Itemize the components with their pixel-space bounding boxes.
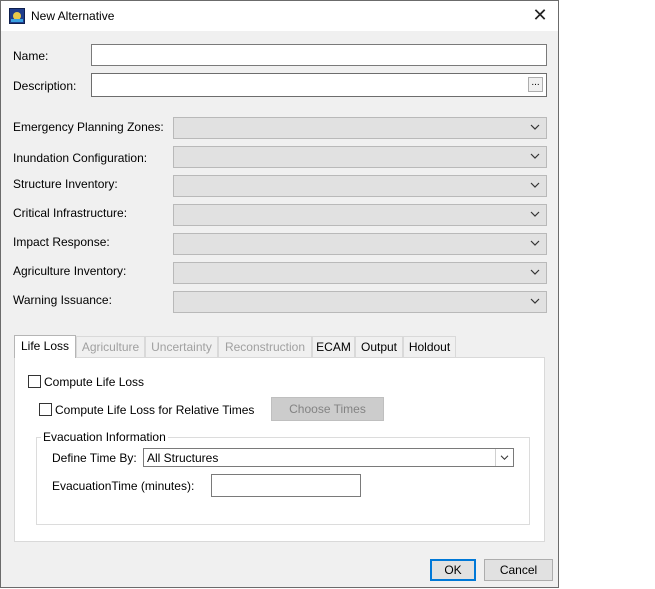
name-field[interactable] — [91, 44, 547, 66]
inundation-configuration-label: Inundation Configuration: — [13, 151, 148, 165]
description-browse-button[interactable]: ... — [528, 77, 543, 92]
chevron-down-icon — [530, 182, 540, 188]
tab-life-loss[interactable]: Life Loss — [14, 335, 76, 358]
define-time-value: All Structures — [147, 451, 219, 465]
close-icon[interactable]: ✕ — [530, 5, 550, 25]
emergency-planning-zones-select[interactable] — [173, 117, 547, 139]
evacuation-time-label: EvacuationTime (minutes): — [52, 479, 195, 493]
compute-life-loss-checkbox[interactable] — [28, 375, 41, 388]
name-label: Name: — [13, 49, 49, 63]
agriculture-inventory-select[interactable] — [173, 262, 547, 284]
description-field[interactable]: ... — [91, 73, 547, 97]
warning-issuance-label: Warning Issuance: — [13, 293, 112, 307]
critical-infrastructure-select[interactable] — [173, 204, 547, 226]
structure-inventory-label: Structure Inventory: — [13, 177, 118, 191]
compute-life-loss-label: Compute Life Loss — [44, 375, 145, 389]
chevron-down-icon — [530, 124, 540, 130]
app-icon — [9, 8, 25, 24]
title-bar: New Alternative ✕ — [1, 1, 558, 31]
chevron-down-icon — [530, 269, 540, 275]
emergency-planning-zones-label: Emergency Planning Zones: — [13, 120, 164, 134]
evacuation-time-field[interactable] — [211, 474, 361, 497]
choose-times-button[interactable]: Choose Times — [271, 397, 384, 421]
critical-infrastructure-label: Critical Infrastructure: — [13, 206, 128, 220]
define-time-label: Define Time By: — [52, 451, 137, 465]
tab-output[interactable]: Output — [355, 336, 403, 357]
tab-uncertainty[interactable]: Uncertainty — [145, 336, 218, 357]
window-title: New Alternative — [31, 9, 115, 23]
structure-inventory-select[interactable] — [173, 175, 547, 197]
inundation-configuration-select[interactable] — [173, 146, 547, 168]
tab-reconstruction[interactable]: Reconstruction — [218, 336, 312, 357]
cancel-button[interactable]: Cancel — [484, 559, 553, 581]
dropdown-button[interactable] — [495, 449, 513, 466]
relative-times-checkbox[interactable] — [39, 403, 52, 416]
ok-button[interactable]: OK — [430, 559, 476, 581]
chevron-down-icon — [530, 240, 540, 246]
impact-response-select[interactable] — [173, 233, 547, 255]
chevron-down-icon — [530, 211, 540, 217]
chevron-down-icon — [530, 298, 540, 304]
tab-agriculture[interactable]: Agriculture — [76, 336, 145, 357]
evacuation-group-title: Evacuation Information — [41, 430, 168, 444]
chevron-down-icon — [500, 455, 509, 460]
warning-issuance-select[interactable] — [173, 291, 547, 313]
tab-ecam[interactable]: ECAM — [312, 336, 355, 357]
impact-response-label: Impact Response: — [13, 235, 110, 249]
chevron-down-icon — [530, 153, 540, 159]
description-label: Description: — [13, 79, 77, 93]
relative-times-label: Compute Life Loss for Relative Times — [55, 403, 255, 417]
tab-holdout[interactable]: Holdout — [403, 336, 456, 357]
agriculture-inventory-label: Agriculture Inventory: — [13, 264, 127, 278]
define-time-select[interactable]: All Structures — [143, 448, 514, 467]
